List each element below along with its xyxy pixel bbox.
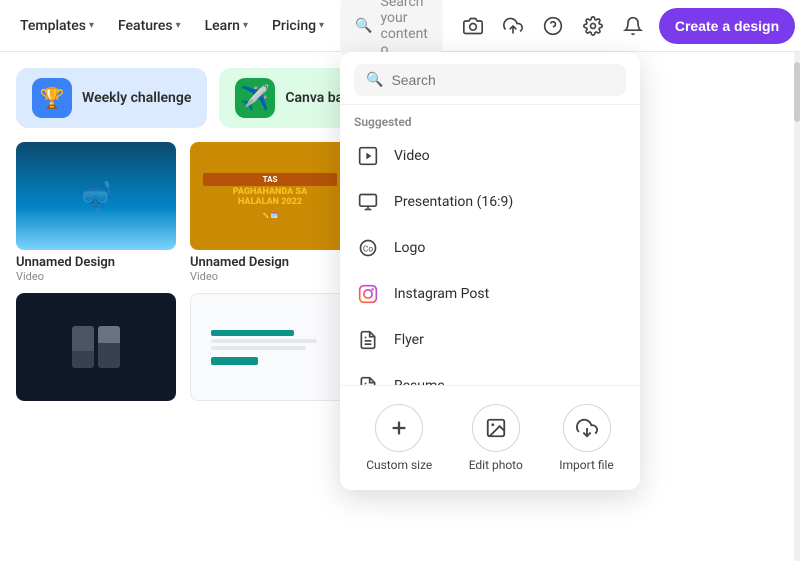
design-thumb-1: 🤿 xyxy=(16,142,176,250)
nav-templates-label: Templates xyxy=(20,18,86,34)
dropdown-search-section: 🔍 xyxy=(340,52,640,105)
flyer-icon xyxy=(354,326,382,354)
design-card-4[interactable] xyxy=(16,293,176,401)
design-card-2[interactable]: TAS PAGHAHANDA SAHALALAN 2022 ✏️ 🗓️ Unna… xyxy=(190,142,350,283)
camera-icon-button[interactable] xyxy=(455,8,491,44)
nav-pricing[interactable]: Pricing ▾ xyxy=(264,12,332,40)
upload-icon-button[interactable] xyxy=(495,8,531,44)
presentation-icon xyxy=(354,188,382,216)
header-icons xyxy=(455,8,651,44)
chevron-down-icon: ▾ xyxy=(176,20,181,31)
canva-basics-icon: ✈️ xyxy=(235,78,275,118)
nav-pricing-label: Pricing xyxy=(272,18,316,34)
notification-icon-button[interactable] xyxy=(615,8,651,44)
nav-features-label: Features xyxy=(118,18,173,34)
instagram-icon xyxy=(354,280,382,308)
edit-photo-button[interactable]: Edit photo xyxy=(457,398,535,478)
video-icon xyxy=(354,142,382,170)
settings-icon-button[interactable] xyxy=(575,8,611,44)
design-thumb-2: TAS PAGHAHANDA SAHALALAN 2022 ✏️ 🗓️ xyxy=(190,142,350,250)
logo-icon: Co xyxy=(354,234,382,262)
weekly-challenge-icon: 🏆 xyxy=(32,78,72,118)
custom-size-label: Custom size xyxy=(366,458,432,472)
dropdown-item-instagram-label: Instagram Post xyxy=(394,286,489,302)
design-thumb-4 xyxy=(16,293,176,401)
search-icon: 🔍 xyxy=(355,18,372,34)
dropdown-item-resume[interactable]: Resume xyxy=(340,363,640,385)
dropdown-item-presentation[interactable]: Presentation (16:9) xyxy=(340,179,640,225)
design-sublabel-1: Video xyxy=(16,270,176,283)
design-sublabel-2: Video xyxy=(190,270,350,283)
dropdown-item-flyer[interactable]: Flyer xyxy=(340,317,640,363)
edit-photo-icon xyxy=(472,404,520,452)
dropdown-item-video[interactable]: Video xyxy=(340,133,640,179)
chevron-down-icon: ▾ xyxy=(243,20,248,31)
dropdown-actions: Custom size Edit photo Imp xyxy=(340,385,640,490)
design-label-2: Unnamed Design xyxy=(190,255,350,270)
resume-icon xyxy=(354,372,382,385)
design-card-1[interactable]: 🤿 Unnamed Design Video xyxy=(16,142,176,283)
nav-learn-label: Learn xyxy=(205,18,240,34)
dropdown-item-resume-label: Resume xyxy=(394,378,445,385)
help-icon-button[interactable] xyxy=(535,8,571,44)
dropdown-item-presentation-label: Presentation (16:9) xyxy=(394,194,513,210)
dropdown-item-flyer-label: Flyer xyxy=(394,332,424,348)
header: Templates ▾ Features ▾ Learn ▾ Pricing ▾… xyxy=(0,0,800,52)
design-thumb-5 xyxy=(190,293,350,401)
chevron-down-icon: ▾ xyxy=(319,20,324,31)
dropdown-search-inner: 🔍 xyxy=(354,64,626,96)
design-label-1: Unnamed Design xyxy=(16,255,176,270)
custom-size-icon xyxy=(375,404,423,452)
dropdown-section-label: Suggested xyxy=(340,105,640,133)
custom-size-button[interactable]: Custom size xyxy=(354,398,444,478)
design-card-5[interactable] xyxy=(190,293,350,401)
dropdown-item-video-label: Video xyxy=(394,148,430,164)
import-file-icon xyxy=(563,404,611,452)
quick-card-weekly[interactable]: 🏆 Weekly challenge xyxy=(16,68,207,128)
scrollbar[interactable] xyxy=(794,52,800,561)
nav-templates[interactable]: Templates ▾ xyxy=(12,12,102,40)
import-file-label: Import file xyxy=(559,458,614,472)
dropdown-search-input[interactable] xyxy=(391,72,614,88)
scrollbar-thumb xyxy=(794,62,800,122)
edit-photo-label: Edit photo xyxy=(469,458,523,472)
dropdown-item-logo-label: Logo xyxy=(394,240,425,256)
dropdown-item-logo[interactable]: Co Logo xyxy=(340,225,640,271)
nav-features[interactable]: Features ▾ xyxy=(110,12,189,40)
dropdown-search-icon: 🔍 xyxy=(366,72,383,88)
nav-learn[interactable]: Learn ▾ xyxy=(197,12,256,40)
dropdown-item-instagram[interactable]: Instagram Post xyxy=(340,271,640,317)
search-dropdown: 🔍 Suggested Video Presentation (16:9) Co… xyxy=(340,52,640,490)
import-file-button[interactable]: Import file xyxy=(547,398,626,478)
svg-text:Co: Co xyxy=(363,244,373,254)
chevron-down-icon: ▾ xyxy=(89,20,94,31)
dropdown-suggested-list: Suggested Video Presentation (16:9) Co L… xyxy=(340,105,640,385)
weekly-challenge-label: Weekly challenge xyxy=(82,90,191,106)
create-button[interactable]: Create a design xyxy=(659,8,795,44)
search-placeholder-text: Search your content o xyxy=(381,0,428,58)
